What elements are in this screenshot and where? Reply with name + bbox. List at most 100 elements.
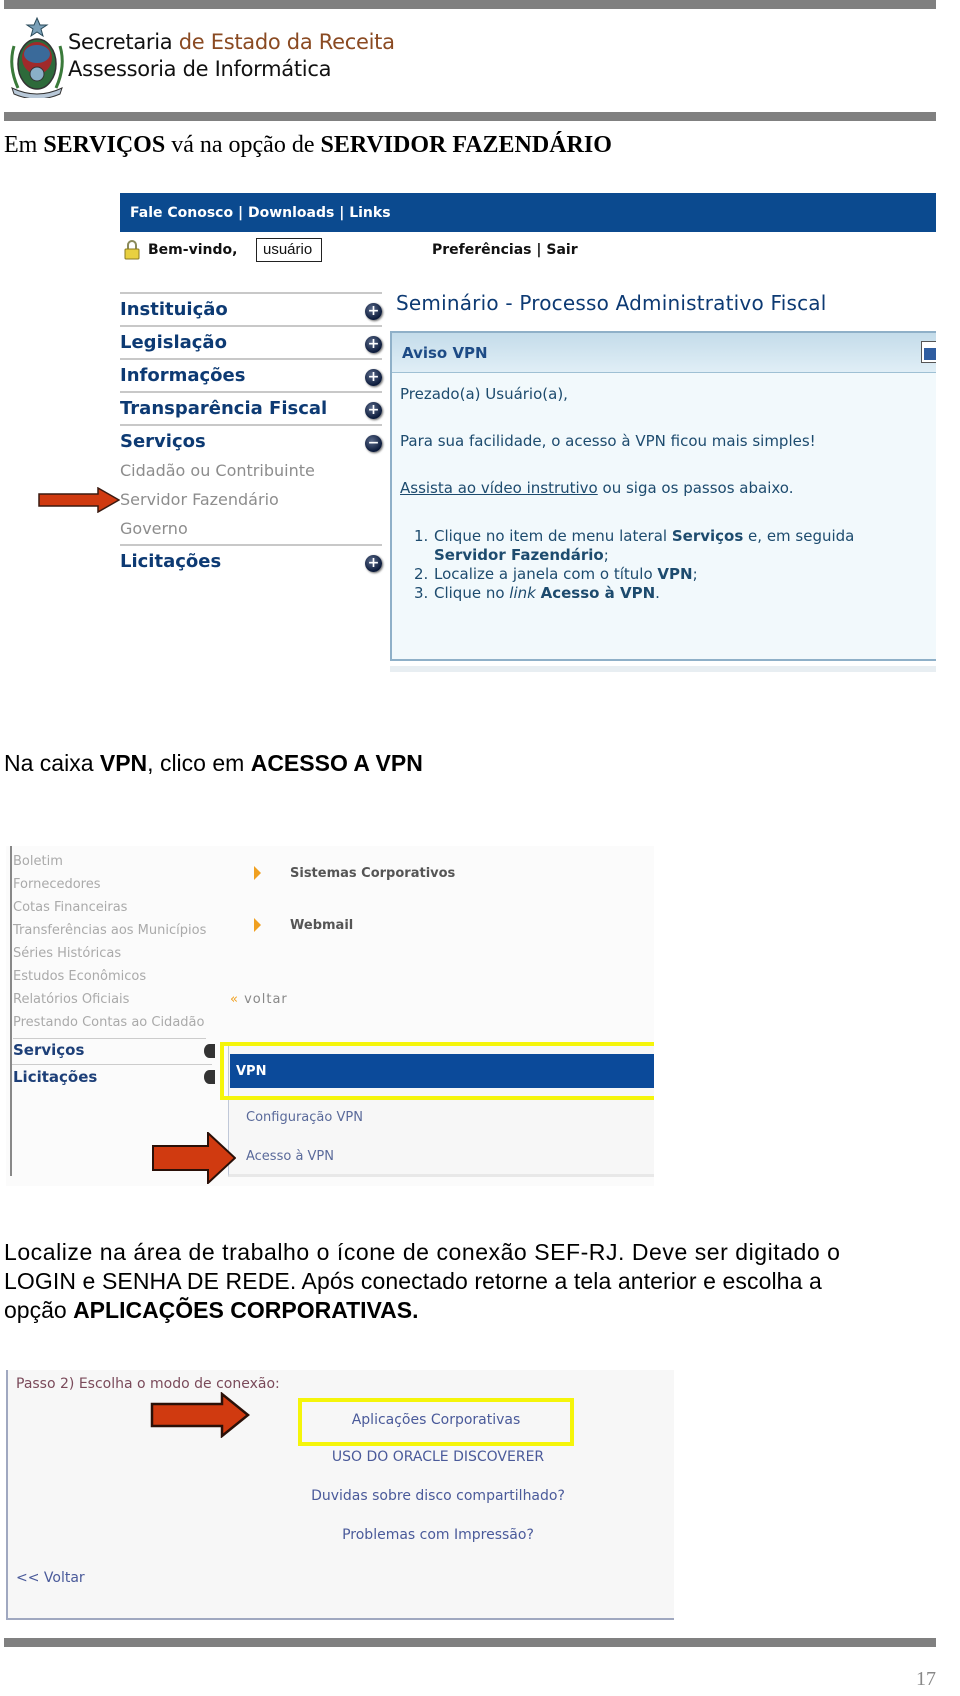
aviso-greeting: Prezado(a) Usuário(a), <box>400 385 568 403</box>
step-bold: Serviços <box>671 527 744 545</box>
aviso-title: Aviso VPN <box>402 344 488 362</box>
nav-fale-conosco[interactable]: Fale Conosco <box>130 205 233 221</box>
expand-plus-icon[interactable]: + <box>365 336 382 353</box>
instruction-text: , clico em <box>147 750 251 776</box>
sidebar-item-label: Instituição <box>120 299 228 320</box>
sidebar-item-label: Informações <box>120 365 246 386</box>
nav-downloads[interactable]: Downloads <box>248 205 334 221</box>
logout-link[interactable]: Sair <box>546 242 577 258</box>
user-links: Preferências | Sair <box>432 242 578 258</box>
step-bold: Servidor Fazendário <box>434 546 604 564</box>
sidebar-subitem[interactable]: Boletim <box>13 854 206 877</box>
sidebar-item-legislacao[interactable]: Legislação + <box>120 325 382 358</box>
sidebar-item-label: Transparência Fiscal <box>120 398 328 419</box>
expand-icon[interactable] <box>204 1070 215 1084</box>
sidebar-submenu-list: Boletim Fornecedores Cotas Financeiras T… <box>13 854 207 1039</box>
orange-triangle-icon <box>254 866 261 880</box>
sidebar-item-informacoes[interactable]: Informações + <box>120 358 382 391</box>
sidebar-item-licitacoes[interactable]: Licitações + <box>120 544 382 577</box>
step-text: ; <box>692 565 698 583</box>
panel-left-border <box>10 846 12 1176</box>
welcome-label: Bem-vindo, <box>148 242 238 258</box>
link-problemas-impressao[interactable]: Problemas com Impressão? <box>258 1527 618 1543</box>
paragraph-text: Localize na área de trabalho o ícone de … <box>4 1239 841 1265</box>
screenshot-portal-menu: Fale Conosco | Downloads | Links Bem-vin… <box>4 188 936 683</box>
expand-plus-icon[interactable]: + <box>365 402 382 419</box>
top-divider <box>4 0 936 9</box>
expand-plus-icon[interactable]: + <box>365 369 382 386</box>
submenu-cidadao-contribuinte[interactable]: Cidadão ou Contribuinte <box>120 457 382 486</box>
sidebar-subitem[interactable]: Séries Históricas <box>13 946 206 969</box>
username-field: usuário <box>256 238 322 262</box>
instruction-bold-servicos: SERVIÇOS <box>43 132 166 158</box>
step-text: . <box>655 584 660 602</box>
sidebar-subitem[interactable]: Estudos Econômicos <box>13 969 206 992</box>
paragraph-line: opção APLICAÇÕES CORPORATIVAS. <box>4 1296 944 1325</box>
sidebar-item-licitacoes[interactable]: Licitações <box>13 1068 97 1086</box>
panel-shadow <box>390 666 936 672</box>
voltar-label: voltar <box>244 992 288 1007</box>
window-maximize-icon[interactable] <box>921 341 936 363</box>
instruction-text: Em <box>4 132 44 158</box>
sidebar-item-instituicao[interactable]: Instituição + <box>120 292 382 325</box>
org-title-estado-receita: de Estado da Receita <box>178 30 395 54</box>
link-aplicacoes-corporativas[interactable]: Aplicações Corporativas <box>298 1412 574 1428</box>
step1-instruction: Em SERVIÇOS vá na opção de SERVIDOR FAZE… <box>4 132 612 159</box>
red-arrow-pointer-icon <box>152 1132 236 1184</box>
step-number: 2. <box>414 565 429 583</box>
top-nav-bar: Fale Conosco | Downloads | Links <box>120 193 936 232</box>
expand-plus-icon[interactable]: + <box>365 555 382 572</box>
collapse-minus-icon[interactable]: − <box>365 435 382 452</box>
link-acesso-vpn[interactable]: Acesso à VPN <box>246 1149 334 1164</box>
sidebar-item-servicos[interactable]: Serviços <box>13 1041 84 1059</box>
nav-links[interactable]: Links <box>349 205 390 221</box>
sidebar-item-transparencia-fiscal[interactable]: Transparência Fiscal + <box>120 391 382 424</box>
orange-triangle-icon <box>254 918 261 932</box>
sidebar-subitem[interactable]: Relatórios Oficiais <box>13 992 206 1015</box>
paragraph-line: LOGIN e SENHA DE REDE. Após conectado re… <box>4 1267 944 1296</box>
expand-icon[interactable] <box>204 1044 215 1058</box>
page-title: Seminário - Processo Administrativo Fisc… <box>396 291 827 315</box>
link-configuracao-vpn[interactable]: Configuração VPN <box>246 1110 363 1125</box>
sidebar-subitem[interactable]: Prestando Contas ao Cidadão <box>13 1015 207 1039</box>
sidebar-subitem[interactable]: Fornecedores <box>13 877 206 900</box>
paragraph-text: opção <box>4 1297 74 1323</box>
aviso-vpn-header: Aviso VPN <box>392 333 936 373</box>
instruction-bold-aplicacoes: APLICAÇÕES CORPORATIVAS. <box>73 1297 419 1323</box>
sidebar-item-label: Serviços <box>120 431 206 452</box>
step-bold: VPN <box>657 565 693 583</box>
footer-divider <box>4 1638 936 1647</box>
aviso-intro: Para sua facilidade, o acesso à VPN fico… <box>400 432 816 450</box>
state-coat-of-arms-logo <box>10 16 64 98</box>
screenshot-vpn-box: Boletim Fornecedores Cotas Financeiras T… <box>6 846 654 1186</box>
link-disco-compartilhado[interactable]: Duvidas sobre disco compartilhado? <box>258 1488 618 1504</box>
page-number: 17 <box>916 1668 936 1690</box>
org-title-secretaria: Secretaria <box>68 30 179 54</box>
video-tutorial-link[interactable]: Assista ao vídeo instrutivo <box>400 479 598 497</box>
expand-plus-icon[interactable]: + <box>365 303 382 320</box>
voltar-link[interactable]: << Voltar <box>16 1570 85 1586</box>
sidebar-subitem[interactable]: Transferências aos Municípios <box>13 923 206 946</box>
link-oracle-discoverer[interactable]: USO DO ORACLE DISCOVERER <box>258 1449 618 1465</box>
instruction-text: vá na opção de <box>165 132 321 158</box>
step2-instruction: Na caixa VPN, clico em ACESSO A VPN <box>4 750 423 777</box>
step-text: e, em seguida <box>743 527 855 545</box>
link-webmail[interactable]: Webmail <box>290 918 353 933</box>
step3-instruction: Localize na área de trabalho o ícone de … <box>4 1238 944 1325</box>
instruction-text: Na caixa <box>4 750 100 776</box>
sidebar-item-label: Licitações <box>120 551 222 572</box>
step-item: 1. Clique no item de menu lateral Serviço… <box>400 527 936 546</box>
step-text: ; <box>603 546 609 564</box>
aviso-video-line: Assista ao vídeo instrutivo ou siga os p… <box>400 479 793 497</box>
instruction-bold-acesso-vpn: ACESSO A VPN <box>250 750 423 776</box>
paragraph-line: Localize na área de trabalho o ícone de … <box>4 1238 944 1267</box>
step-item: 2. Localize a janela com o título VPN; <box>400 565 936 584</box>
sidebar-item-servicos[interactable]: Serviços − <box>120 424 382 457</box>
submenu-governo[interactable]: Governo <box>120 515 382 544</box>
voltar-link[interactable]: « voltar <box>230 992 288 1007</box>
step-text: Clique no item de menu lateral <box>434 527 672 545</box>
link-sistemas-corporativos[interactable]: Sistemas Corporativos <box>290 866 455 881</box>
submenu-servidor-fazendario[interactable]: Servidor Fazendário <box>120 486 382 515</box>
preferences-link[interactable]: Preferências <box>432 242 532 258</box>
sidebar-subitem[interactable]: Cotas Financeiras <box>13 900 206 923</box>
